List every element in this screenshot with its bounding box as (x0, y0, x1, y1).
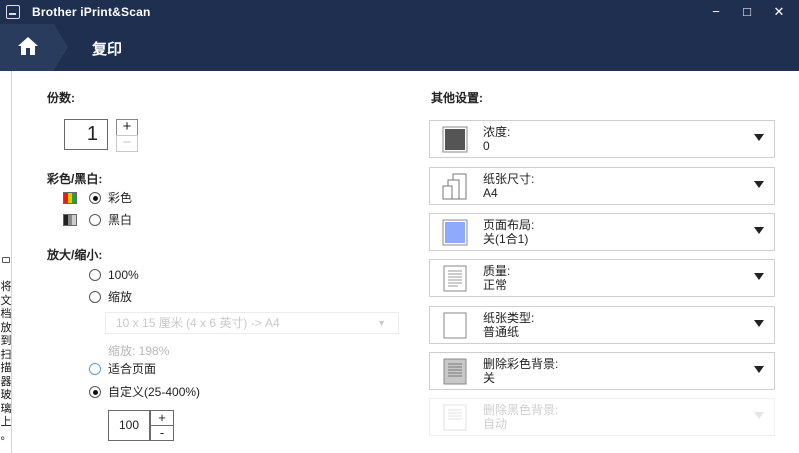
density-dropdown[interactable]: 浓度: 0 (429, 120, 775, 158)
chevron-down-icon (754, 412, 764, 419)
page-layout-icon (442, 219, 468, 246)
breadcrumb-separator (54, 24, 68, 70)
quality-icon (443, 265, 467, 292)
custom-scale-decrement-button[interactable]: - (150, 425, 174, 441)
page-title: 复印 (92, 41, 123, 58)
chevron-down-icon (754, 134, 764, 141)
minimize-button[interactable]: − (700, 0, 732, 24)
scaling-label: 放大/缩小: (47, 248, 103, 262)
radio-button[interactable] (89, 192, 101, 204)
mono-icon (63, 214, 77, 226)
copies-input[interactable]: 1 (64, 119, 108, 150)
home-button[interactable] (0, 24, 54, 71)
window-title: Brother iPrint&Scan (32, 5, 151, 19)
radio-button[interactable] (89, 291, 101, 303)
radio-button[interactable] (89, 214, 101, 226)
instruction-text: 将文档放到扫描器玻璃上。 (0, 281, 12, 442)
chevron-down-icon (754, 320, 764, 327)
chevron-down-icon (754, 181, 764, 188)
chevron-down-icon (754, 273, 764, 280)
paper-size-icon (442, 173, 467, 200)
custom-scale-input[interactable]: 100 (108, 410, 150, 441)
page-layout-dropdown[interactable]: 页面布局: 关(1合1) (429, 213, 775, 251)
radio-button[interactable] (89, 386, 101, 398)
radio-button[interactable] (89, 363, 101, 375)
copies-label: 份数: (47, 91, 75, 105)
color-mode-label: 彩色/黑白: (47, 172, 103, 186)
zoom-preset-select[interactable]: 10 x 15 厘米 (4 x 6 英寸) -> A4 ▼ (105, 312, 399, 334)
paper-type-dropdown[interactable]: 纸张类型: 普通纸 (429, 306, 775, 344)
paper-size-dropdown[interactable]: 纸张尺寸: A4 (429, 167, 775, 205)
copies-decrement-button[interactable]: − (116, 135, 138, 152)
remove-color-background-dropdown[interactable]: 删除彩色背景: 关 (429, 352, 775, 390)
chevron-down-icon (754, 227, 764, 234)
scanner-icon (2, 257, 10, 263)
home-icon (18, 37, 38, 55)
paper-type-icon (443, 312, 467, 339)
density-icon (442, 126, 468, 153)
app-icon (6, 5, 20, 19)
nav-bar: 复印 (0, 24, 799, 71)
other-settings-label: 其他设置: (431, 91, 483, 105)
remove-color-bg-icon (443, 358, 467, 385)
custom-scale-increment-button[interactable]: + (150, 410, 174, 426)
instruction-sidebar[interactable]: 将文档放到扫描器玻璃上。 (0, 71, 12, 453)
zoom-percent-text: 缩放: 198% (108, 344, 170, 358)
main-content: 份数: 1 + − 彩色/黑白: 彩色 黑白 放大/缩小: 100% 缩放 10… (13, 71, 799, 453)
chevron-down-icon (754, 366, 764, 373)
color-icon (63, 192, 77, 204)
title-bar: Brother iPrint&Scan − □ ✕ (0, 0, 799, 24)
chevron-down-icon: ▼ (377, 318, 386, 328)
close-button[interactable]: ✕ (763, 0, 795, 24)
remove-black-background-dropdown[interactable]: 删除黑色背景: 自动 (429, 398, 775, 436)
maximize-button[interactable]: □ (731, 0, 763, 24)
quality-dropdown[interactable]: 质量: 正常 (429, 259, 775, 297)
remove-black-bg-icon (443, 404, 467, 431)
radio-button[interactable] (89, 269, 101, 281)
